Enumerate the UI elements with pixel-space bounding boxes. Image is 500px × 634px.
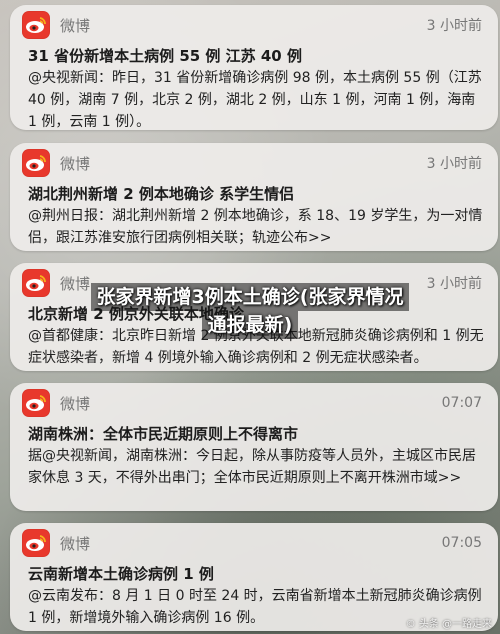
watermark: © 头条 @一路走来 <box>405 619 492 630</box>
weibo-app-icon <box>22 149 50 177</box>
notification-title: 湖北荆州新增 2 例本地确诊 系学生情侣 <box>28 185 295 203</box>
notification-header: 微博 07:07 <box>10 383 498 423</box>
overlay-headline-line-1: 张家界新增3例本土确诊(张家界情况 <box>90 283 410 311</box>
notification-card[interactable]: 微博 3 小时前 湖北荆州新增 2 例本地确诊 系学生情侣 @荆州日报：湖北荆州… <box>10 143 498 251</box>
notification-title: 云南新增本土确诊病例 1 例 <box>28 565 214 583</box>
app-name: 微博 <box>60 394 91 413</box>
weibo-app-icon <box>22 11 50 39</box>
weibo-app-icon <box>22 529 50 557</box>
notification-body: @荆州日报：湖北荆州新增 2 例本地确诊，系 18、19 岁学生，为一对情侣，跟… <box>28 208 483 246</box>
notification-title: 31 省份新增本土病例 55 例 江苏 40 例 <box>28 47 302 65</box>
notification-time: 07:05 <box>441 535 482 551</box>
notification-body: 据@央视新闻，湖南株洲：今日起，除从事防疫等人员外，主城区市民居家休息 3 天，… <box>28 448 476 486</box>
notification-header: 微博 07:05 <box>10 523 498 563</box>
overlay-headline: 张家界新增3例本土确诊(张家界情况 通报最新) <box>60 283 440 339</box>
overlay-headline-line-2: 通报最新) <box>201 311 299 339</box>
notification-card[interactable]: 微博 07:07 湖南株洲：全体市民近期原则上不得离市 据@央视新闻，湖南株洲：… <box>10 383 498 511</box>
app-name: 微博 <box>60 16 91 35</box>
weibo-app-icon <box>22 269 50 297</box>
notification-title: 湖南株洲：全体市民近期原则上不得离市 <box>28 425 299 443</box>
notification-time: 3 小时前 <box>426 156 482 172</box>
notification-header: 微博 3 小时前 <box>10 5 498 45</box>
notification-body: @央视新闻：昨日，31 省份新增确诊病例 98 例，本土病例 55 例（江苏 4… <box>28 70 482 130</box>
weibo-app-icon <box>22 389 50 417</box>
notification-time: 07:07 <box>441 395 482 411</box>
app-name: 微博 <box>60 534 91 553</box>
notification-header: 微博 3 小时前 <box>10 143 498 183</box>
app-name: 微博 <box>60 154 91 173</box>
notification-card[interactable]: 微博 3 小时前 31 省份新增本土病例 55 例 江苏 40 例 @央视新闻：… <box>10 5 498 130</box>
notification-time: 3 小时前 <box>426 18 482 34</box>
